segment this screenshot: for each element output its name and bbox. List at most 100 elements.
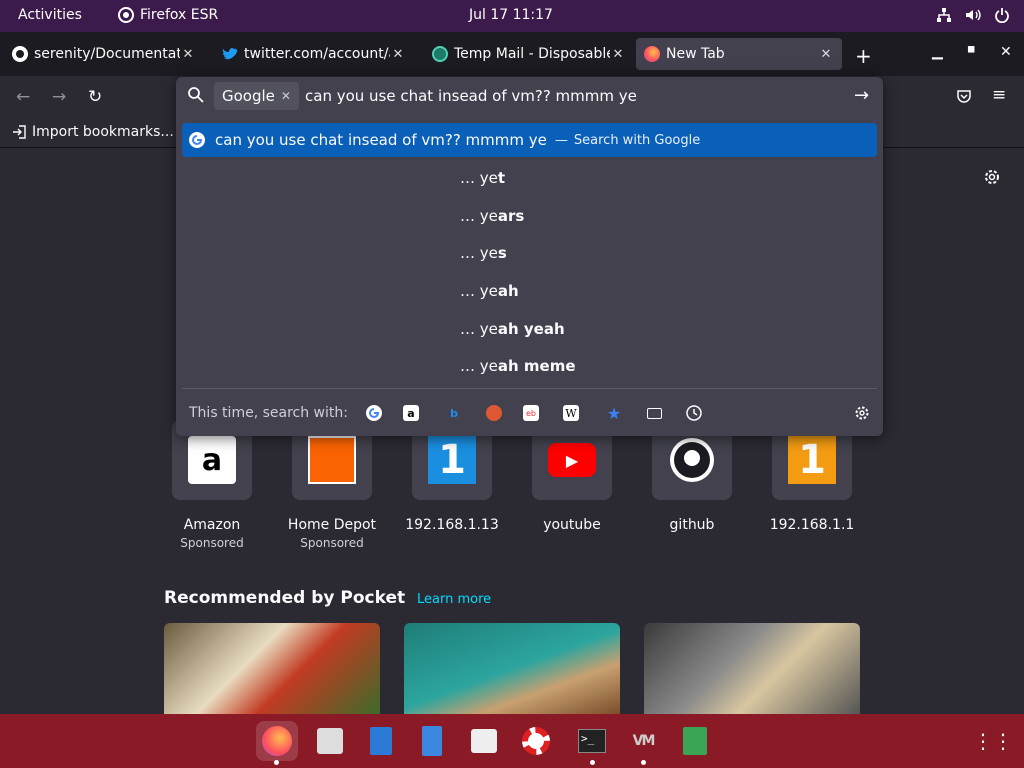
amazon-engine-button[interactable]: a (403, 405, 419, 421)
top-site-home-depot[interactable]: Home Depot Sponsored (282, 420, 382, 550)
tab-close-button[interactable]: ✕ (818, 47, 834, 62)
running-indicator (590, 760, 595, 765)
top-site-192-168-1-1[interactable]: 1 192.168.1.1 (762, 420, 862, 533)
clock[interactable]: Jul 17 11:17 (469, 7, 553, 23)
system-tray[interactable] (936, 7, 1010, 23)
suggestion-item[interactable]: … yeah (460, 282, 519, 300)
wikipedia-engine-button[interactable]: W (563, 405, 579, 421)
dock-archive[interactable] (411, 721, 453, 761)
dock-vm[interactable]: VM (622, 721, 664, 761)
suggestion-top-result[interactable]: can you use chat insead of vm?? mmmm ye … (182, 123, 877, 157)
learn-more-link[interactable]: Learn more (417, 592, 491, 607)
dock-trash[interactable] (674, 721, 716, 761)
dock-writer[interactable] (360, 721, 402, 761)
tab-title: twitter.com/account/access (244, 46, 390, 62)
pocket-card-image[interactable] (644, 623, 860, 714)
tabs-engine-button[interactable] (643, 402, 665, 424)
pocket-card-image[interactable] (164, 623, 380, 714)
ebay-engine-button[interactable]: eb (523, 405, 539, 421)
system-top-bar: Activities Firefox ESR Jul 17 11:17 (0, 0, 1024, 32)
suggestion-item[interactable]: … yeah yeah (460, 320, 565, 338)
top-result-separator: — (554, 132, 568, 148)
new-tab-button[interactable]: + (855, 44, 872, 68)
reload-button[interactable]: ↻ (88, 87, 102, 107)
app-name: Firefox ESR (140, 7, 219, 23)
app-menu[interactable]: Firefox ESR (118, 7, 218, 23)
search-engine-chip[interactable]: Google ✕ (214, 82, 299, 110)
tab-twitter[interactable]: twitter.com/account/access ✕ (214, 38, 414, 70)
suggestion-item[interactable]: … years (460, 207, 524, 225)
tab-title: Temp Mail - Disposable (454, 46, 610, 62)
suggestion-prefix: … ye (460, 169, 498, 187)
top-site-amazon[interactable]: a Amazon Sponsored (162, 420, 262, 550)
pocket-icon[interactable] (956, 88, 972, 104)
suggestion-completion: ah (497, 282, 519, 300)
running-indicator (274, 760, 279, 765)
gear-icon[interactable] (983, 168, 1001, 186)
suggestion-item[interactable]: … yet (460, 169, 505, 187)
dock-help[interactable] (515, 721, 557, 761)
vm-icon: VM (632, 733, 656, 749)
google-icon (189, 132, 205, 148)
bookmarks-engine-button[interactable]: ★ (603, 402, 625, 424)
suggestion-completion: t (497, 169, 506, 187)
google-engine-button[interactable] (363, 402, 385, 424)
duckduckgo-engine-button[interactable] (483, 402, 505, 424)
engine-chip-label: Google (222, 87, 275, 105)
dock-mail[interactable] (309, 721, 351, 761)
suggestion-prefix: … ye (460, 357, 498, 375)
maximize-button[interactable]: ◼ (967, 44, 975, 55)
back-button[interactable]: ← (16, 87, 30, 107)
urlbar-dropdown: Google ✕ can you use chat insead of vm??… (176, 77, 883, 436)
lifebuoy-icon (522, 727, 550, 755)
tab-title: New Tab (666, 46, 725, 62)
bing-engine-button[interactable]: b (443, 402, 465, 424)
top-site-name: 192.168.1.1 (769, 517, 855, 533)
tab-serenity[interactable]: serenity/Documentation ✕ (4, 38, 204, 70)
software-bag-icon (471, 729, 497, 753)
home-depot-logo (308, 436, 356, 484)
search-settings-gear-icon[interactable] (854, 405, 870, 421)
show-apps-grid-icon[interactable]: ⋮⋮ (972, 721, 1014, 761)
clock-icon (686, 405, 702, 421)
url-input-text[interactable]: can you use chat insead of vm?? mmmm ye (305, 87, 637, 105)
tab-close-button[interactable]: ✕ (180, 47, 196, 62)
document-icon (370, 727, 392, 755)
close-icon[interactable]: ✕ (281, 89, 291, 103)
minimize-button[interactable]: ▁ (932, 44, 943, 60)
volume-icon (966, 9, 981, 21)
top-site-name: github (669, 517, 715, 533)
top-site-name: Amazon (183, 517, 241, 533)
tab-new-tab[interactable]: New Tab ✕ (636, 38, 842, 70)
power-icon (995, 8, 1009, 23)
suggestion-completion: ah meme (497, 357, 576, 375)
go-arrow-button[interactable]: → (854, 85, 869, 106)
close-window-button[interactable]: ✕ (1000, 44, 1012, 60)
app-menu-button[interactable]: ≡ (992, 85, 1006, 105)
dock-software[interactable] (463, 721, 505, 761)
dock-firefox[interactable] (256, 721, 298, 761)
tab-tempmail[interactable]: Temp Mail - Disposable ✕ (424, 38, 634, 70)
top-site-youtube[interactable]: ▶ youtube (522, 420, 622, 533)
history-engine-button[interactable] (683, 402, 705, 424)
firefox-icon (118, 7, 134, 23)
running-indicator (641, 760, 646, 765)
forward-button[interactable]: → (52, 87, 66, 107)
tab-icon (646, 407, 662, 419)
pocket-card-image[interactable] (404, 623, 620, 714)
top-site-github[interactable]: github (642, 420, 742, 533)
activities-button[interactable]: Activities (18, 7, 82, 23)
suggestion-completion: s (497, 244, 507, 262)
tab-close-button[interactable]: ✕ (390, 47, 406, 62)
suggestion-item[interactable]: … yes (460, 244, 507, 262)
tab-close-button[interactable]: ✕ (610, 47, 626, 62)
top-result-action: Search with Google (573, 132, 701, 148)
site-number-icon: 1 (428, 436, 476, 484)
top-site-192-168-1-13[interactable]: 1 192.168.1.13 (402, 420, 502, 533)
sponsored-label: Sponsored (300, 536, 364, 550)
import-bookmarks-button[interactable]: Import bookmarks... (12, 124, 174, 140)
github-icon (12, 46, 28, 62)
suggestion-item[interactable]: … yeah meme (460, 357, 576, 375)
divider (182, 388, 877, 389)
dock-terminal[interactable]: >_ (571, 721, 613, 761)
